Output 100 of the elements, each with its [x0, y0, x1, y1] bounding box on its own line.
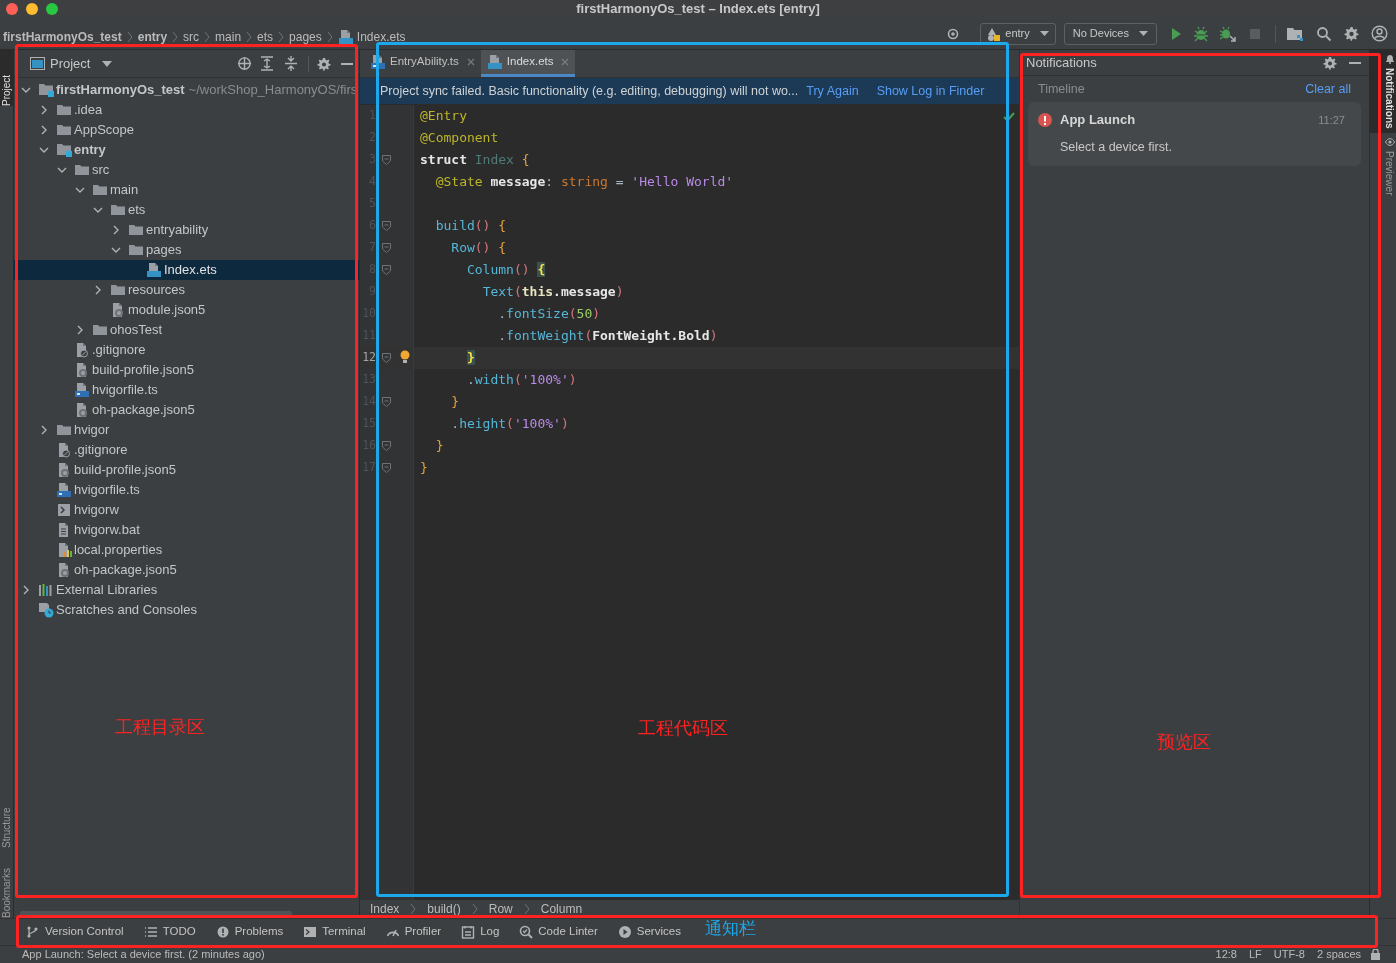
- status-item[interactable]: 12:8: [1215, 946, 1237, 963]
- tree-item[interactable]: entryability: [14, 220, 359, 240]
- breadcrumb-item[interactable]: src: [183, 27, 200, 46]
- tree-item[interactable]: main: [14, 180, 359, 200]
- tree-item[interactable]: pages: [14, 240, 359, 260]
- debug-icon[interactable]: [1193, 25, 1209, 42]
- caret-icon[interactable]: [102, 60, 113, 67]
- banner-link[interactable]: Try Again: [806, 81, 859, 101]
- tool-window-tab[interactable]: TODO: [143, 923, 196, 941]
- tree-item[interactable]: src: [14, 160, 359, 180]
- annotation-label: 通知栏: [705, 920, 756, 937]
- fold-icon[interactable]: [382, 265, 391, 275]
- tree-item[interactable]: External Libraries: [14, 580, 359, 600]
- tree-item[interactable]: Scratches and Consoles: [14, 600, 359, 620]
- breadcrumb-item[interactable]: Column: [540, 900, 583, 918]
- tree-item[interactable]: ets: [14, 200, 359, 220]
- close-window-button[interactable]: [6, 3, 18, 15]
- minimize-icon[interactable]: [341, 62, 353, 65]
- tool-window-tab[interactable]: Structure: [0, 778, 13, 848]
- tree-item[interactable]: resources: [14, 280, 359, 300]
- caret-icon: [1039, 31, 1049, 36]
- clear-all-link[interactable]: Clear all: [1305, 79, 1351, 99]
- attach-debugger-icon[interactable]: [1219, 25, 1237, 42]
- breadcrumb-item[interactable]: Index.ets: [337, 27, 406, 46]
- settings-icon[interactable]: [1323, 55, 1337, 70]
- tool-window-tab[interactable]: Code Linter: [519, 923, 598, 941]
- locate-icon[interactable]: [237, 56, 252, 71]
- breadcrumb-item[interactable]: entry: [137, 27, 168, 46]
- tool-window-tab[interactable]: Log: [461, 923, 500, 941]
- alert-icon: [215, 925, 230, 939]
- editor-tab[interactable]: Index.ets: [480, 50, 576, 77]
- tool-window-tab[interactable]: Profiler: [385, 923, 442, 941]
- fold-icon[interactable]: [382, 353, 391, 363]
- breadcrumb-item[interactable]: main: [215, 27, 242, 46]
- fold-icon[interactable]: [382, 243, 391, 253]
- tool-window-tab[interactable]: Services: [617, 923, 681, 941]
- fold-icon[interactable]: [382, 463, 391, 473]
- tree-item[interactable]: ohosTest: [14, 320, 359, 340]
- fold-icon[interactable]: [382, 155, 391, 165]
- tool-window-tab[interactable]: Project: [0, 50, 13, 106]
- device-dropdown[interactable]: No Devices: [1063, 22, 1157, 45]
- tool-window-tab[interactable]: Version Control: [26, 923, 124, 941]
- tree-item[interactable]: firstHarmonyOs_test ~/workShop_HarmonyOS/firs: [14, 80, 359, 100]
- account-icon[interactable]: [1371, 25, 1388, 42]
- tree-item[interactable]: local.properties: [14, 540, 359, 560]
- tree-item[interactable]: hvigorfile.ts: [14, 480, 359, 500]
- module-dropdown[interactable]: entry: [980, 22, 1056, 45]
- annotation-label: 预览区: [1157, 733, 1211, 751]
- tool-window-tab[interactable]: Bookmarks: [0, 848, 13, 918]
- status-item[interactable]: LF: [1248, 946, 1262, 963]
- expand-all-icon[interactable]: [260, 56, 274, 71]
- tree-item[interactable]: hvigorw: [14, 500, 359, 520]
- zoom-window-button[interactable]: [46, 3, 58, 15]
- tool-window-tab[interactable]: Problems: [215, 923, 284, 941]
- collapse-all-icon[interactable]: [284, 56, 298, 71]
- tool-window-tab[interactable]: Terminal: [303, 923, 366, 941]
- status-item[interactable]: UTF-8: [1273, 946, 1305, 963]
- tree-item[interactable]: build-profile.json5: [14, 360, 359, 380]
- tree-item[interactable]: entry: [14, 140, 359, 160]
- lightbulb-icon[interactable]: [400, 350, 410, 363]
- tree-item[interactable]: oh-package.json5: [14, 560, 359, 580]
- tree-item[interactable]: Index.ets: [14, 260, 359, 280]
- tree-item[interactable]: .gitignore: [14, 340, 359, 360]
- tree-item[interactable]: .gitignore: [14, 440, 359, 460]
- tree-item[interactable]: module.json5: [14, 300, 359, 320]
- breadcrumb-item[interactable]: Row: [488, 900, 513, 918]
- breadcrumb-item[interactable]: ets: [257, 27, 274, 46]
- run-icon[interactable]: [1169, 26, 1183, 41]
- editor-tab[interactable]: EntryAbility.ts: [364, 50, 481, 77]
- tree-item[interactable]: AppScope: [14, 120, 359, 140]
- tree-item[interactable]: hvigorw.bat: [14, 520, 359, 540]
- tree-item[interactable]: hvigorfile.ts: [14, 380, 359, 400]
- tree-item[interactable]: build-profile.json5: [14, 460, 359, 480]
- lock-icon[interactable]: [1371, 949, 1380, 960]
- fold-icon[interactable]: [382, 221, 391, 231]
- close-icon[interactable]: [466, 58, 475, 66]
- breadcrumb-item[interactable]: build(): [427, 900, 461, 918]
- breadcrumb-item[interactable]: pages: [289, 27, 322, 46]
- settings-icon[interactable]: [317, 56, 331, 71]
- chevron-icon: [409, 903, 418, 915]
- minimize-icon[interactable]: [1349, 61, 1361, 64]
- search-icon[interactable]: [1316, 25, 1332, 42]
- scrollbar[interactable]: [20, 911, 292, 916]
- banner-link[interactable]: Show Log in Finder: [876, 81, 985, 101]
- tree-item[interactable]: .idea: [14, 100, 359, 120]
- fold-icon[interactable]: [382, 397, 391, 407]
- tree-item[interactable]: hvigor: [14, 420, 359, 440]
- target-icon[interactable]: [946, 26, 961, 41]
- breadcrumb-item[interactable]: firstHarmonyOs_test: [3, 27, 122, 46]
- panel-title[interactable]: Project: [50, 53, 91, 74]
- chevron-icon: [470, 903, 479, 915]
- notification-card[interactable]: App Launch 11:27 Select a device first.: [1028, 102, 1361, 167]
- project-structure-icon[interactable]: [1286, 25, 1304, 42]
- tree-item[interactable]: oh-package.json5: [14, 400, 359, 420]
- settings-icon[interactable]: [1344, 26, 1359, 41]
- breadcrumb-item[interactable]: Index: [370, 900, 400, 918]
- minimize-window-button[interactable]: [26, 3, 38, 15]
- status-item[interactable]: 2 spaces: [1316, 946, 1361, 963]
- fold-icon[interactable]: [382, 441, 391, 451]
- tool-window-tab[interactable]: Previewer: [1370, 132, 1396, 200]
